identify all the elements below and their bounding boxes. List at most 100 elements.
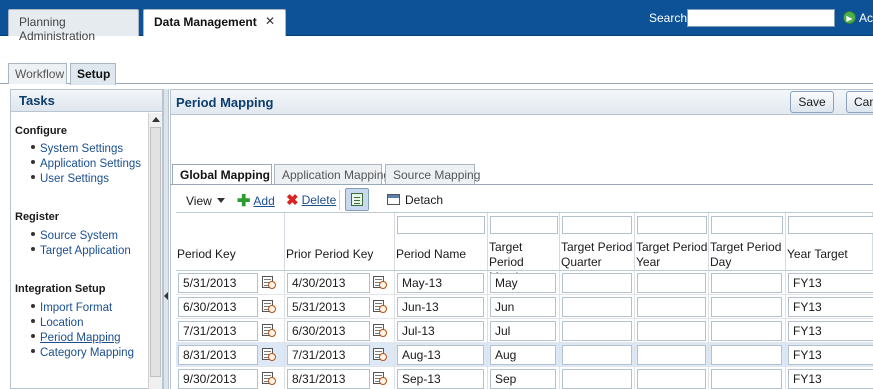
cell-target-period-quarter[interactable] — [562, 321, 632, 341]
column-header-target-period-month[interactable]: Target PeriodMonth — [488, 237, 560, 284]
cell-target-period-day[interactable] — [711, 297, 782, 317]
filter-input-target-period-month[interactable] — [490, 216, 558, 234]
cell-target-period-year[interactable] — [637, 321, 706, 341]
cell-prior-period-key[interactable]: 4/30/2013 — [287, 273, 370, 293]
task-user-settings[interactable]: User Settings — [31, 173, 109, 185]
task-system-settings[interactable]: System Settings — [31, 143, 123, 155]
cell-period-key[interactable]: 7/31/2013 — [178, 321, 258, 341]
table-row[interactable]: 8/31/2013 7/31/2013 Aug-13 Aug FY13 — [176, 343, 873, 367]
cell-target-period-year[interactable] — [637, 369, 706, 389]
filter-input-target-period-quarter[interactable] — [562, 216, 632, 234]
tab-global-mapping[interactable]: Global Mapping — [172, 164, 272, 185]
cell-year-target[interactable]: FY13 — [788, 345, 873, 365]
cell-year-target[interactable]: FY13 — [788, 369, 873, 389]
column-header-period-key[interactable]: Period Key — [176, 237, 285, 271]
cell-prior-period-key[interactable]: 8/31/2013 — [287, 369, 370, 389]
cell-period-name[interactable]: Jun-13 — [397, 297, 484, 317]
filter-input-period-name[interactable] — [397, 216, 485, 234]
cell-target-period-quarter[interactable] — [562, 345, 632, 365]
cell-target-period-day[interactable] — [711, 321, 782, 341]
date-picker-icon[interactable] — [262, 275, 276, 290]
date-picker-icon[interactable] — [262, 323, 276, 338]
cell-period-name[interactable]: May-13 — [397, 273, 484, 293]
cell-prior-period-key[interactable]: 6/30/2013 — [287, 321, 370, 341]
tab-application-mapping[interactable]: Application Mapping — [274, 164, 390, 184]
cell-target-period-day[interactable] — [711, 345, 782, 365]
column-header-target-period-year[interactable]: Target Period Year — [635, 237, 709, 271]
cancel-button[interactable]: Canc — [846, 91, 873, 113]
cell-target-period-month[interactable]: Sep — [490, 369, 556, 389]
tab-data-management[interactable]: Data Management ✕ — [143, 9, 286, 36]
cell-target-period-quarter[interactable] — [562, 369, 632, 389]
table-row[interactable]: 9/30/2013 8/31/2013 Sep-13 Sep FY13 — [176, 367, 873, 389]
column-header-target-period-day[interactable]: Target Period Day — [709, 237, 786, 271]
task-target-application[interactable]: Target Application — [31, 245, 131, 257]
cell-period-name[interactable]: Sep-13 — [397, 369, 484, 389]
cell-year-target[interactable]: FY13 — [788, 297, 873, 317]
cell-target-period-month[interactable]: Aug — [490, 345, 556, 365]
task-import-format[interactable]: Import Format — [31, 302, 112, 314]
tab-planning-administration[interactable]: Planning Administration — [8, 9, 139, 43]
add-button[interactable]: ✚ Add — [237, 191, 275, 211]
cell-prior-period-key[interactable]: 5/31/2013 — [287, 297, 370, 317]
close-icon[interactable]: ✕ — [265, 14, 275, 28]
column-header-year-target[interactable]: Year Target — [786, 237, 873, 271]
tab-workflow[interactable]: Workflow — [8, 63, 67, 84]
column-header-target-period-quarter[interactable]: Target Period Quarter — [560, 237, 635, 271]
date-picker-icon[interactable] — [373, 371, 387, 386]
date-picker-icon[interactable] — [373, 347, 387, 362]
tab-source-mapping[interactable]: Source Mapping — [385, 164, 480, 184]
column-header-period-name[interactable]: Period Name — [395, 237, 488, 271]
cell-period-key[interactable]: 6/30/2013 — [178, 297, 258, 317]
cell-target-period-quarter[interactable] — [562, 297, 632, 317]
filter-input-target-period-year[interactable] — [637, 216, 707, 234]
task-application-settings[interactable]: Application Settings — [31, 158, 141, 170]
task-category-mapping[interactable]: Category Mapping — [31, 347, 134, 359]
scroll-thumb[interactable] — [150, 127, 161, 377]
date-picker-icon[interactable] — [373, 275, 387, 290]
filter-input-target-period-day[interactable] — [711, 216, 783, 234]
date-picker-icon[interactable] — [373, 299, 387, 314]
view-menu[interactable]: View — [186, 194, 225, 208]
query-by-example-button[interactable] — [345, 188, 369, 211]
panel-splitter[interactable] — [163, 89, 169, 389]
cell-target-period-month[interactable]: Jul — [490, 321, 556, 341]
table-row[interactable]: 6/30/2013 5/31/2013 Jun-13 Jun FY13 — [176, 295, 873, 319]
cell-period-name[interactable]: Jul-13 — [397, 321, 484, 341]
save-button[interactable]: Save — [790, 91, 834, 113]
delete-button[interactable]: ✖ Delete — [286, 191, 336, 209]
collapse-left-icon[interactable] — [164, 292, 168, 300]
tab-setup[interactable]: Setup — [70, 63, 116, 85]
cell-prior-period-key[interactable]: 7/31/2013 — [287, 345, 370, 365]
table-row[interactable]: 7/31/2013 6/30/2013 Jul-13 Jul FY13 — [176, 319, 873, 343]
task-period-mapping[interactable]: Period Mapping — [31, 332, 121, 344]
filter-input-year-target[interactable] — [788, 216, 873, 234]
task-location[interactable]: Location — [31, 317, 83, 329]
cell-target-period-year[interactable] — [637, 297, 706, 317]
scroll-up-icon[interactable] — [152, 117, 160, 122]
cell-period-key[interactable]: 8/31/2013 — [178, 345, 258, 365]
cell-target-period-day[interactable] — [711, 273, 782, 293]
table-row[interactable]: 5/31/2013 4/30/2013 May-13 May FY13 — [176, 271, 873, 295]
cell-year-target[interactable]: FY13 — [788, 321, 873, 341]
cell-target-period-year[interactable] — [637, 345, 706, 365]
tasks-scrollbar[interactable] — [148, 113, 162, 389]
cell-period-key[interactable]: 5/31/2013 — [178, 273, 258, 293]
cell-target-period-day[interactable] — [711, 369, 782, 389]
search-input[interactable] — [687, 9, 835, 27]
date-picker-icon[interactable] — [262, 371, 276, 386]
date-picker-icon[interactable] — [262, 299, 276, 314]
go-arrow-icon[interactable]: ▶ — [843, 11, 856, 24]
date-picker-icon[interactable] — [373, 323, 387, 338]
detach-button[interactable]: Detach — [387, 193, 443, 207]
cell-target-period-year[interactable] — [637, 273, 706, 293]
cell-period-name[interactable]: Aug-13 — [397, 345, 484, 365]
column-header-prior-period-key[interactable]: Prior Period Key — [285, 237, 395, 271]
task-source-system[interactable]: Source System — [31, 230, 118, 242]
cell-year-target[interactable]: FY13 — [788, 273, 873, 293]
cell-target-period-quarter[interactable] — [562, 273, 632, 293]
truncated-link[interactable]: Ac — [859, 11, 873, 25]
cell-period-key[interactable]: 9/30/2013 — [178, 369, 258, 389]
date-picker-icon[interactable] — [262, 347, 276, 362]
cell-target-period-month[interactable]: May — [490, 273, 556, 293]
